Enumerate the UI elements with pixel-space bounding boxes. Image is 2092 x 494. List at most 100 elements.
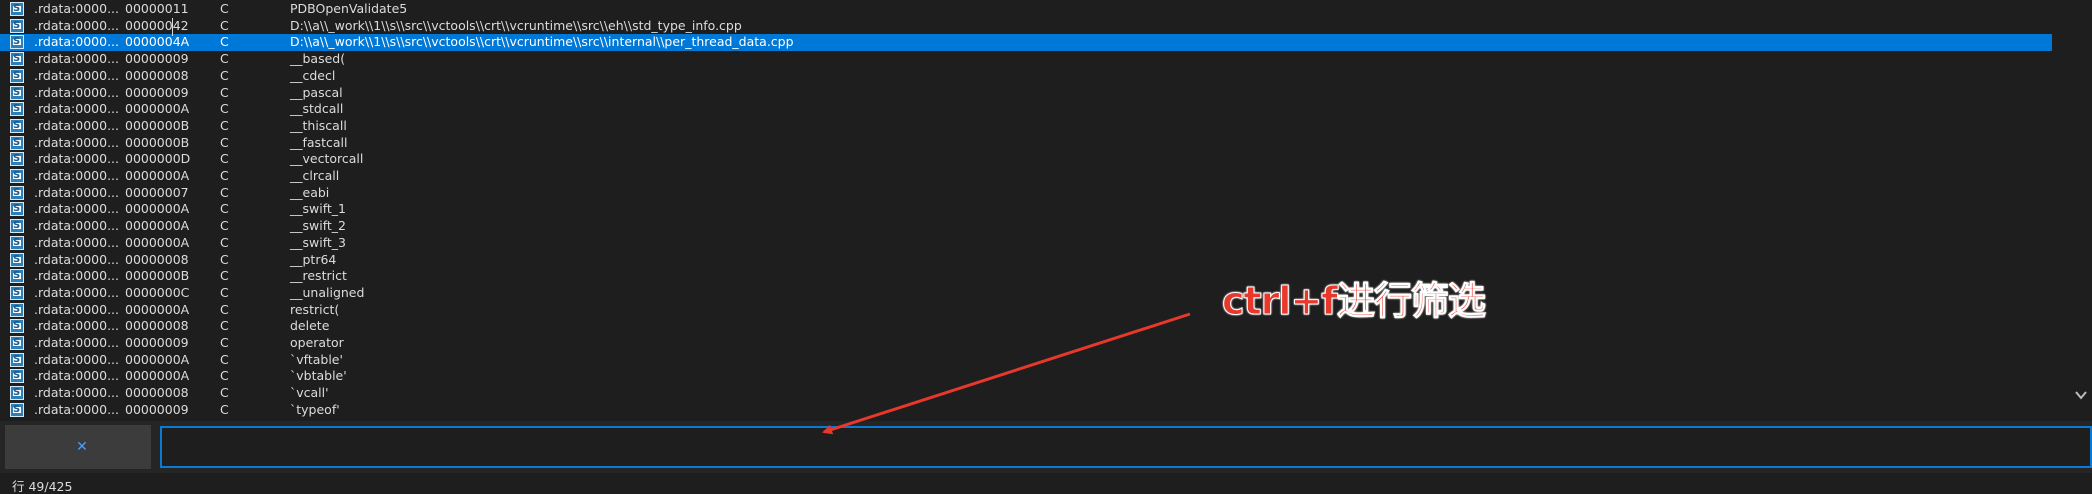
strings-list[interactable]: .rdata:0000... 00000011 C PDBOpenValidate5.… [0,0,2070,421]
string-row[interactable]: .rdata:0000... 00000008 C delete [0,318,2052,335]
string-row[interactable]: .rdata:0000... 00000009 C __pascal [0,84,2052,101]
type-cell: C [220,251,229,267]
string-icon [10,118,24,135]
string-cell: __swift_3 [290,234,346,250]
string-cell: __eabi [290,184,330,200]
type-cell: C [220,17,229,33]
string-cell: __cdecl [290,67,336,83]
type-cell: C [220,134,229,150]
string-row[interactable]: .rdata:0000... 0000000A C __clrcall [0,168,2052,185]
string-icon [10,218,24,235]
string-row[interactable]: .rdata:0000... 0000000C C __unaligned [0,285,2052,302]
filter-input[interactable] [160,426,2092,468]
length-cell: 0000000B [125,268,190,284]
length-cell: 00000008 [125,67,189,83]
text-caret [172,18,173,36]
string-icon [10,201,24,218]
type-cell: C [220,335,229,350]
string-cell: __restrict [290,268,347,284]
string-icon [10,318,24,335]
address-cell: .rdata:0000... [34,268,119,284]
string-cell: __vectorcall [290,151,364,167]
string-icon [10,302,24,318]
type-cell: C [220,368,229,384]
length-cell: 00000009 [125,401,189,417]
string-row[interactable]: .rdata:0000... 00000008 C __cdecl [0,67,2052,84]
string-row[interactable]: .rdata:0000... 0000000A C __swift_1 [0,201,2052,218]
string-cell: `vbtable' [290,368,347,384]
address-cell: .rdata:0000... [34,101,119,117]
address-cell: .rdata:0000... [34,335,119,350]
address-cell: .rdata:0000... [34,284,119,300]
string-row[interactable]: .rdata:0000... 00000009 Coperator [0,335,2052,352]
string-row[interactable]: .rdata:0000... 0000000D C __vectorcall [0,151,2052,168]
string-icon [10,235,24,251]
string-row[interactable]: .rdata:0000... 0000000A Crestrict( [0,301,2052,318]
string-row[interactable]: .rdata:0000... 0000000B C __restrict [0,268,2052,285]
type-cell: C [220,67,229,83]
string-row[interactable]: .rdata:0000... 00000008 C __ptr64 [0,251,2052,268]
length-cell: 0000000A [125,368,190,384]
annotation-label: ctrl+f进行筛选 [1222,279,1487,324]
address-cell: .rdata:0000... [34,234,119,250]
length-cell: 0000000A [125,101,190,117]
string-row[interactable]: .rdata:0000... 0000000A C `vbtable' [0,368,2052,385]
type-cell: C [220,318,229,334]
length-cell: 00000009 [125,84,189,100]
type-cell: C [220,168,229,183]
string-row[interactable]: .rdata:0000... 00000009 C `typeof' [0,401,2052,418]
string-cell: __thiscall [290,117,347,133]
string-icon [10,168,24,185]
vertical-scrollbar[interactable] [2070,0,2092,421]
string-icon [10,335,24,352]
string-row[interactable]: .rdata:0000... 00000011 C PDBOpenValidate5 [0,1,2052,18]
string-cell: D:\\a\\_work\\1\\s\\src\\vctools\\crt\\v… [290,34,794,50]
type-cell: C [220,117,229,133]
address-cell: .rdata:0000... [34,84,119,100]
string-icon [10,252,24,268]
string-cell: restrict( [290,301,340,317]
address-cell: .rdata:0000... [34,201,119,217]
length-cell: 0000000B [125,117,190,133]
string-cell: __unaligned [290,284,365,300]
string-icon [10,101,24,118]
address-cell: .rdata:0000... [34,218,119,234]
length-cell: 00000007 [125,184,189,200]
address-cell: .rdata:0000... [34,168,119,183]
string-row[interactable]: .rdata:0000... 00000008 C `vcall' [0,385,2052,402]
string-cell: PDBOpenValidate5 [290,1,408,16]
string-cell: delete [290,318,330,334]
string-row[interactable]: .rdata:0000... 0000000B C __fastcall [0,134,2052,151]
string-cell: D:\\a\\_work\\1\\s\\src\\vctools\\crt\\v… [290,17,742,33]
type-cell: C [220,184,229,200]
type-cell: C [220,301,229,317]
string-cell: __based( [290,51,346,67]
string-row[interactable]: .rdata:0000... 0000004A C D:\\a\\_work\\1\\… [0,34,2052,51]
string-row[interactable]: .rdata:0000... 00000042 C D:\\a\\_work\\1\\… [0,17,2052,34]
address-cell: .rdata:0000... [34,401,119,417]
string-row[interactable]: .rdata:0000... 0000000A C __stdcall [0,101,2052,118]
address-cell: .rdata:0000... [34,34,119,50]
length-cell: 0000000D [125,151,191,167]
type-cell: C [220,201,229,217]
string-icon [10,385,24,402]
string-row[interactable]: .rdata:0000... 0000000A C `vftable' [0,351,2052,368]
string-cell: __clrcall [290,168,340,183]
address-cell: .rdata:0000... [34,301,119,317]
address-cell: .rdata:0000... [34,134,119,150]
string-row[interactable]: .rdata:0000... 0000000A C __swift_3 [0,234,2052,251]
string-row[interactable]: .rdata:0000... 0000000B C __thiscall [0,118,2052,135]
type-cell: C [220,268,229,284]
type-cell: C [220,101,229,117]
string-row[interactable]: .rdata:0000... 0000000A C __swift_2 [0,218,2052,235]
string-row[interactable]: .rdata:0000... 00000007 C __eabi [0,184,2052,201]
close-filter-button[interactable]: ✕ [5,425,151,469]
string-row[interactable]: .rdata:0000... 00000009 C __based( [0,51,2052,68]
length-cell: 00000008 [125,385,189,401]
length-cell: 0000000A [125,351,190,367]
chevron-down-icon[interactable] [2074,388,2088,402]
close-icon[interactable]: ✕ [76,440,88,454]
string-icon [10,368,24,385]
type-cell: C [220,401,229,417]
string-icon [10,18,24,34]
